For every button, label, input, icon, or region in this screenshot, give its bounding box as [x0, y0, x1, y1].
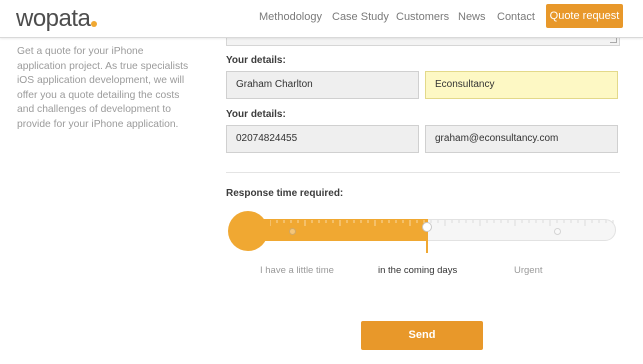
slider-ruler	[270, 220, 614, 226]
section-divider	[226, 172, 620, 173]
slider-start-knob	[228, 211, 268, 251]
details-label-2: Your details:	[226, 109, 286, 120]
slider-pin-icon	[289, 228, 296, 235]
nav-customers[interactable]: Customers	[396, 11, 449, 23]
nav-contact[interactable]: Contact	[497, 11, 535, 23]
nav-case-study[interactable]: Case Study	[332, 11, 389, 23]
slider-pin-icon	[554, 228, 561, 235]
response-time-slider[interactable]	[226, 208, 620, 254]
response-time-label: Response time required:	[226, 188, 344, 199]
company-field[interactable]: Econsultancy	[425, 71, 618, 99]
name-field[interactable]: Graham Charlton	[226, 71, 419, 99]
response-option-little-time[interactable]: I have a little time	[260, 265, 334, 276]
logo-text: wopata	[16, 5, 91, 32]
slider-handle[interactable]	[422, 222, 432, 232]
details-label: Your details:	[226, 55, 286, 66]
phone-field[interactable]: 02074824455	[226, 125, 419, 153]
send-button[interactable]: Send	[361, 321, 483, 350]
response-option-coming-days[interactable]: in the coming days	[378, 265, 457, 276]
slider-handle-marker	[426, 233, 428, 253]
site-header: wopata Methodology Case Study Customers …	[0, 0, 643, 38]
response-option-urgent[interactable]: Urgent	[514, 265, 543, 276]
logo-dot-icon	[91, 21, 98, 27]
intro-text: Get a quote for your iPhone application …	[17, 46, 189, 130]
nav-methodology[interactable]: Methodology	[259, 11, 322, 23]
nav-news[interactable]: News	[458, 11, 486, 23]
email-field[interactable]: graham@econsultancy.com	[425, 125, 618, 153]
wopata-logo[interactable]: wopata	[16, 5, 98, 33]
quote-request-button[interactable]: Quote request	[546, 4, 623, 28]
